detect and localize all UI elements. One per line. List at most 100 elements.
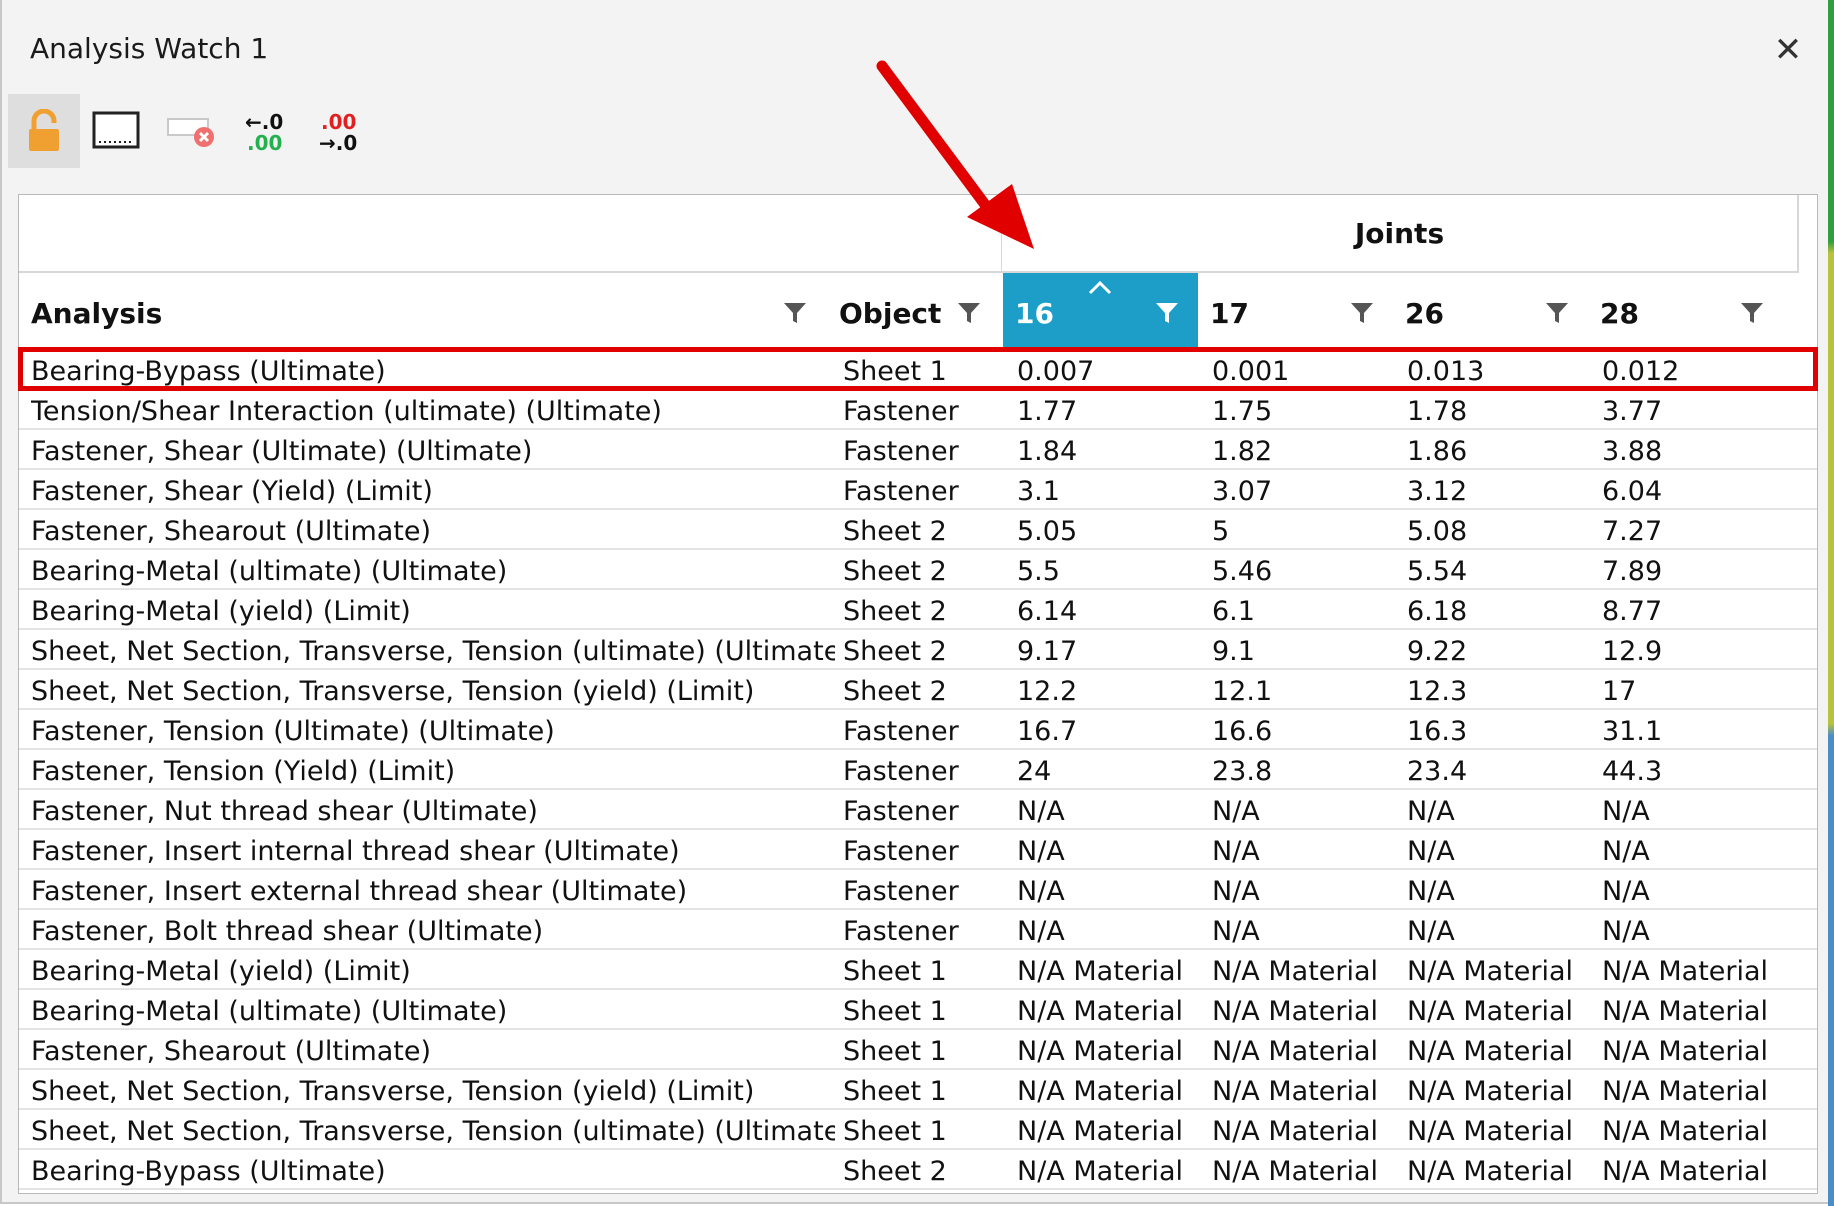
cell-object[interactable]: Sheet 1 xyxy=(843,950,1009,988)
cell-analysis[interactable]: Fastener, Insert internal thread shear (… xyxy=(31,830,835,868)
table-row[interactable]: Fastener, Nut thread shear (Ultimate) Fas… xyxy=(19,790,1817,830)
cell-object[interactable]: Sheet 1 xyxy=(843,990,1009,1028)
cell-object[interactable]: Sheet 1 xyxy=(843,350,1009,388)
cell-joint-17[interactable]: 5.46 xyxy=(1212,550,1399,588)
cell-joint-26[interactable]: N/A Material xyxy=(1407,1030,1594,1068)
cell-joint-28[interactable]: 0.012 xyxy=(1602,350,1806,388)
cell-joint-16[interactable]: N/A Material xyxy=(1017,950,1204,988)
table-row[interactable]: Fastener, Shearout (Ultimate) Sheet 1 N/A … xyxy=(19,1030,1817,1070)
cell-joint-26[interactable]: N/A xyxy=(1407,870,1594,908)
cell-object[interactable]: Fastener xyxy=(843,830,1009,868)
cell-object[interactable]: Fastener xyxy=(843,870,1009,908)
cell-analysis[interactable]: Bearing-Metal (yield) (Limit) xyxy=(31,950,835,988)
cell-joint-28[interactable]: N/A xyxy=(1602,910,1806,948)
table-row[interactable]: Fastener, Tension (Yield) (Limit) Fastene… xyxy=(19,750,1817,790)
cell-joint-17[interactable]: 1.75 xyxy=(1212,390,1399,428)
cell-joint-16[interactable]: N/A xyxy=(1017,790,1204,828)
cell-joint-26[interactable]: 1.86 xyxy=(1407,430,1594,468)
cell-joint-26[interactable]: 0.013 xyxy=(1407,350,1594,388)
table-row[interactable]: Sheet, Net Section, Transverse, Tension … xyxy=(19,1110,1817,1150)
cell-object[interactable]: Fastener xyxy=(843,430,1009,468)
table-row[interactable]: Sheet, Net Section, Transverse, Tension … xyxy=(19,670,1817,710)
cell-joint-28[interactable]: N/A Material xyxy=(1602,990,1806,1028)
cell-analysis[interactable]: Fastener, Nut thread shear (Ultimate) xyxy=(31,790,835,828)
cell-analysis[interactable]: Fastener, Shearout (Ultimate) xyxy=(31,1030,835,1068)
table-row[interactable]: Bearing-Bypass (Ultimate) Sheet 1 0.007 0.0… xyxy=(19,350,1817,390)
cell-joint-28[interactable]: 44.3 xyxy=(1602,750,1806,788)
cell-joint-28[interactable]: 8.77 xyxy=(1602,590,1806,628)
cell-analysis[interactable]: Fastener, Bolt thread shear (Ultimate) xyxy=(31,910,835,948)
cell-object[interactable]: Sheet 2 xyxy=(843,550,1009,588)
cell-joint-26[interactable]: N/A Material xyxy=(1407,1150,1594,1188)
cell-joint-17[interactable]: N/A Material xyxy=(1212,950,1399,988)
column-header-object[interactable]: Object xyxy=(827,273,1003,350)
cell-object[interactable]: Sheet 2 xyxy=(843,510,1009,548)
cell-joint-17[interactable]: 5 xyxy=(1212,510,1399,548)
table-row[interactable]: Tension/Shear Interaction (ultimate) (Ul… xyxy=(19,390,1817,430)
cell-joint-16[interactable]: N/A xyxy=(1017,870,1204,908)
cell-object[interactable]: Fastener xyxy=(843,790,1009,828)
cell-joint-16[interactable]: 0.007 xyxy=(1017,350,1204,388)
table-row[interactable]: Bearing-Metal (yield) (Limit) Sheet 2 6.14… xyxy=(19,590,1817,630)
filter-icon[interactable] xyxy=(1348,299,1376,327)
cell-joint-16[interactable]: 12.2 xyxy=(1017,670,1204,708)
cell-joint-28[interactable]: 3.77 xyxy=(1602,390,1806,428)
cell-analysis[interactable]: Fastener, Insert external thread shear (… xyxy=(31,870,835,908)
cell-joint-26[interactable]: N/A Material xyxy=(1407,990,1594,1028)
cell-analysis[interactable]: Bearing-Metal (ultimate) (Ultimate) xyxy=(31,990,835,1028)
table-row[interactable]: Bearing-Bypass (Ultimate) Sheet 2 N/A Mate… xyxy=(19,1150,1817,1190)
cell-joint-26[interactable]: 1.78 xyxy=(1407,390,1594,428)
cell-joint-28[interactable]: N/A Material xyxy=(1602,1070,1806,1108)
cell-joint-16[interactable]: N/A Material xyxy=(1017,1110,1204,1148)
cell-joint-17[interactable]: 0.001 xyxy=(1212,350,1399,388)
cell-joint-17[interactable]: N/A xyxy=(1212,870,1399,908)
table-row[interactable]: Sheet, Net Section, Transverse, Tension … xyxy=(19,1070,1817,1110)
cell-analysis[interactable]: Fastener, Shear (Ultimate) (Ultimate) xyxy=(31,430,835,468)
filter-icon[interactable] xyxy=(955,299,983,327)
close-button[interactable]: ✕ xyxy=(1764,26,1812,74)
cell-joint-16[interactable]: 3.1 xyxy=(1017,470,1204,508)
cell-joint-16[interactable]: 5.05 xyxy=(1017,510,1204,548)
cell-joint-28[interactable]: N/A Material xyxy=(1602,1030,1806,1068)
cell-joint-26[interactable]: 9.22 xyxy=(1407,630,1594,668)
cell-joint-17[interactable]: 9.1 xyxy=(1212,630,1399,668)
cell-analysis[interactable]: Sheet, Net Section, Transverse, Tension … xyxy=(31,1110,835,1148)
table-row[interactable]: Sheet, Net Section, Transverse, Tension … xyxy=(19,630,1817,670)
cell-joint-26[interactable]: 3.12 xyxy=(1407,470,1594,508)
cell-joint-26[interactable]: N/A xyxy=(1407,910,1594,948)
cell-joint-26[interactable]: 5.08 xyxy=(1407,510,1594,548)
cell-joint-16[interactable]: 16.7 xyxy=(1017,710,1204,748)
cell-analysis[interactable]: Sheet, Net Section, Transverse, Tension … xyxy=(31,670,835,708)
clear-button[interactable] xyxy=(156,94,228,168)
cell-object[interactable]: Fastener xyxy=(843,910,1009,948)
cell-joint-26[interactable]: 6.18 xyxy=(1407,590,1594,628)
cell-joint-26[interactable]: 12.3 xyxy=(1407,670,1594,708)
filter-icon[interactable] xyxy=(1738,299,1766,327)
cell-joint-17[interactable]: N/A Material xyxy=(1212,1030,1399,1068)
cell-analysis[interactable]: Bearing-Metal (yield) (Limit) xyxy=(31,590,835,628)
cell-joint-16[interactable]: 1.84 xyxy=(1017,430,1204,468)
cell-joint-16[interactable]: 9.17 xyxy=(1017,630,1204,668)
cell-joint-16[interactable]: N/A xyxy=(1017,830,1204,868)
cell-joint-16[interactable]: N/A xyxy=(1017,910,1204,948)
cell-joint-17[interactable]: 1.82 xyxy=(1212,430,1399,468)
cell-object[interactable]: Fastener xyxy=(843,710,1009,748)
cell-analysis[interactable]: Fastener, Shearout (Ultimate) xyxy=(31,510,835,548)
select-region-button[interactable] xyxy=(80,94,152,168)
cell-analysis[interactable]: Fastener, Tension (Ultimate) (Ultimate) xyxy=(31,710,835,748)
table-row[interactable]: Bearing-Metal (ultimate) (Ultimate) Sheet… xyxy=(19,990,1817,1030)
cell-object[interactable]: Fastener xyxy=(843,470,1009,508)
table-row[interactable]: Fastener, Insert external thread shear (… xyxy=(19,870,1817,910)
cell-analysis[interactable]: Fastener, Shear (Yield) (Limit) xyxy=(31,470,835,508)
cell-joint-26[interactable]: 23.4 xyxy=(1407,750,1594,788)
cell-joint-26[interactable]: N/A xyxy=(1407,790,1594,828)
increase-decimals-button[interactable]: .00 →.0 xyxy=(304,94,376,168)
cell-joint-28[interactable]: 6.04 xyxy=(1602,470,1806,508)
cell-joint-28[interactable]: 3.88 xyxy=(1602,430,1806,468)
cell-joint-26[interactable]: N/A Material xyxy=(1407,1070,1594,1108)
cell-analysis[interactable]: Bearing-Bypass (Ultimate) xyxy=(31,350,835,388)
cell-joint-28[interactable]: N/A Material xyxy=(1602,950,1806,988)
table-row[interactable]: Fastener, Tension (Ultimate) (Ultimate) F… xyxy=(19,710,1817,750)
cell-joint-26[interactable]: N/A Material xyxy=(1407,950,1594,988)
cell-analysis[interactable]: Sheet, Net Section, Transverse, Tension … xyxy=(31,1070,835,1108)
